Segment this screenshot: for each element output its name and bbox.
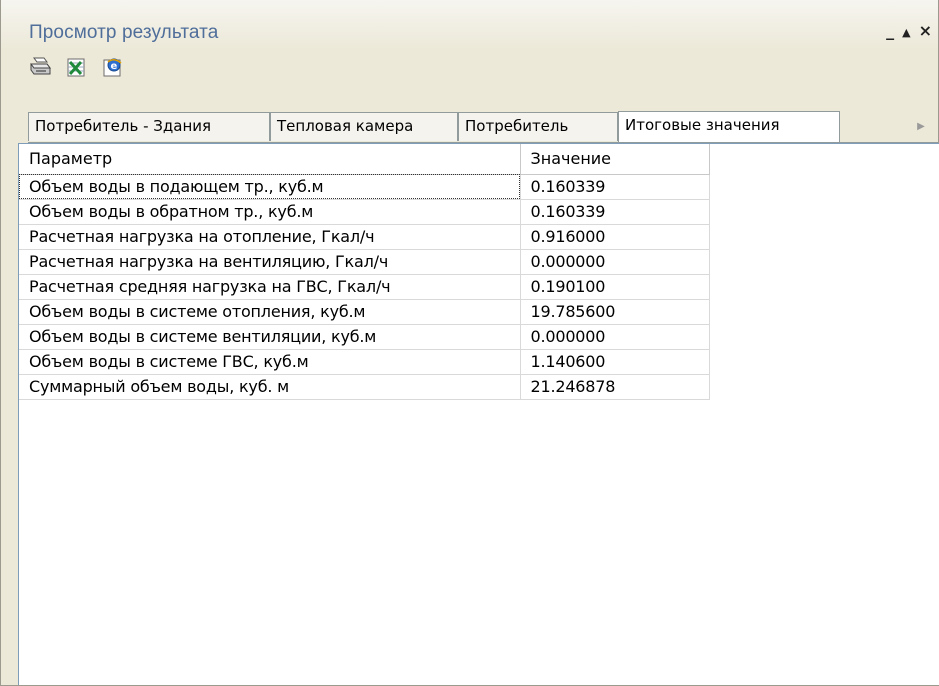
pin-button[interactable]: ▲ bbox=[902, 26, 910, 40]
print-icon bbox=[28, 56, 52, 82]
param-cell[interactable]: Объем воды в системе отопления, куб.м bbox=[19, 299, 521, 325]
param-cell[interactable]: Объем воды в подающем тр., куб.м bbox=[19, 174, 521, 200]
param-cell[interactable]: Расчетная нагрузка на отопление, Гкал/ч bbox=[19, 224, 521, 250]
param-cell[interactable]: Суммарный объем воды, куб. м bbox=[19, 374, 521, 400]
param-cell[interactable]: Расчетная средняя нагрузка на ГВС, Гкал/… bbox=[19, 274, 521, 300]
browser-export-button[interactable]: e bbox=[99, 56, 125, 82]
value-cell[interactable]: 0.000000 bbox=[520, 324, 710, 350]
table-row[interactable]: Суммарный объем воды, куб. м 21.246878 bbox=[19, 374, 710, 400]
toolbar: e bbox=[27, 52, 125, 86]
value-cell[interactable]: 1.140600 bbox=[520, 349, 710, 375]
excel-export-button[interactable] bbox=[63, 56, 89, 82]
tab-scroll-right-button[interactable]: ▶ bbox=[910, 115, 932, 137]
table-row[interactable]: Объем воды в системе вентиляции, куб.м 0… bbox=[19, 324, 710, 350]
close-button[interactable]: × bbox=[919, 23, 932, 40]
table-row[interactable]: Объем воды в обратном тр., куб.м 0.16033… bbox=[19, 199, 710, 225]
param-cell[interactable]: Объем воды в системе ГВС, куб.м bbox=[19, 349, 521, 375]
minimize-button[interactable]: _ bbox=[886, 23, 894, 40]
results-table: Параметр Значение Объем воды в подающем … bbox=[19, 144, 710, 400]
param-cell[interactable]: Объем воды в обратном тр., куб.м bbox=[19, 199, 521, 225]
param-cell[interactable]: Объем воды в системе вентиляции, куб.м bbox=[19, 324, 521, 350]
tab-summary-values[interactable]: Итоговые значения bbox=[618, 111, 840, 142]
tab-consumer-buildings[interactable]: Потребитель - Здания bbox=[28, 112, 270, 141]
excel-export-icon bbox=[64, 56, 88, 82]
results-grid: Параметр Значение Объем воды в подающем … bbox=[18, 143, 939, 685]
column-header-value[interactable]: Значение bbox=[520, 144, 710, 175]
title-bar: Просмотр результата _ ▲ × bbox=[1, 0, 938, 50]
tab-label: Потребитель bbox=[465, 117, 569, 135]
value-cell[interactable]: 0.190100 bbox=[520, 274, 710, 300]
tab-consumer[interactable]: Потребитель bbox=[458, 112, 618, 141]
header-row: Параметр Значение bbox=[19, 144, 710, 175]
value-cell[interactable]: 0.000000 bbox=[520, 249, 710, 275]
table-row[interactable]: Объем воды в подающем тр., куб.м 0.16033… bbox=[19, 174, 710, 200]
value-cell[interactable]: 0.160339 bbox=[520, 199, 710, 225]
value-cell[interactable]: 19.785600 bbox=[520, 299, 710, 325]
value-cell[interactable]: 21.246878 bbox=[520, 374, 710, 400]
table-row[interactable]: Расчетная нагрузка на вентиляцию, Гкал/ч… bbox=[19, 249, 710, 275]
browser-export-icon: e bbox=[100, 56, 124, 82]
column-header-parameter[interactable]: Параметр bbox=[19, 144, 521, 175]
value-cell[interactable]: 0.916000 bbox=[520, 224, 710, 250]
tab-label: Тепловая камера bbox=[277, 117, 414, 135]
param-cell[interactable]: Расчетная нагрузка на вентиляцию, Гкал/ч bbox=[19, 249, 521, 275]
tab-label: Итоговые значения bbox=[625, 116, 780, 134]
tab-label: Потребитель - Здания bbox=[35, 117, 212, 135]
chevron-right-icon: ▶ bbox=[917, 120, 925, 132]
value-cell[interactable]: 0.160339 bbox=[520, 174, 710, 200]
svg-text:e: e bbox=[111, 61, 118, 72]
table-row[interactable]: Объем воды в системе отопления, куб.м 19… bbox=[19, 299, 710, 325]
result-viewer-window: Просмотр результата _ ▲ × e Потребитель … bbox=[0, 0, 939, 686]
window-title: Просмотр результата bbox=[29, 22, 219, 43]
table-row[interactable]: Объем воды в системе ГВС, куб.м 1.140600 bbox=[19, 349, 710, 375]
tab-strip: Потребитель - Здания Тепловая камера Пот… bbox=[28, 111, 938, 143]
print-button[interactable] bbox=[27, 56, 53, 82]
table-row[interactable]: Расчетная средняя нагрузка на ГВС, Гкал/… bbox=[19, 274, 710, 300]
window-controls: _ ▲ × bbox=[886, 23, 932, 40]
tab-heat-chamber[interactable]: Тепловая камера bbox=[270, 112, 458, 141]
table-row[interactable]: Расчетная нагрузка на отопление, Гкал/ч … bbox=[19, 224, 710, 250]
